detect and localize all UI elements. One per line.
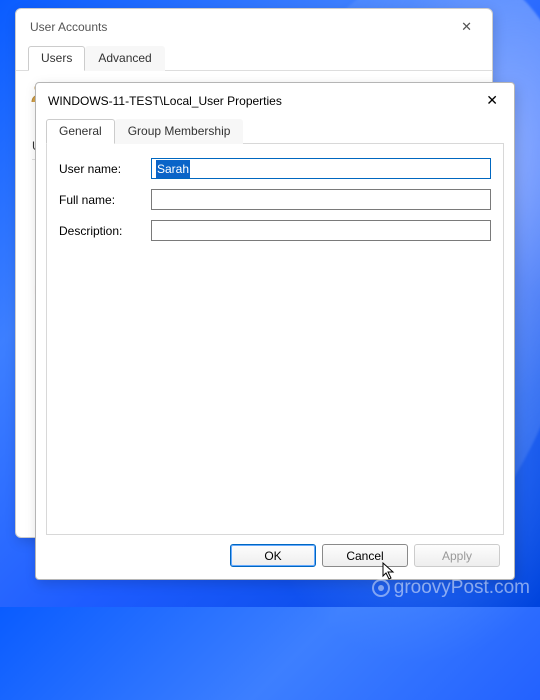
user-accounts-tabs: Users Advanced bbox=[16, 45, 492, 71]
close-icon[interactable]: ✕ bbox=[480, 90, 504, 111]
dialog-buttons: OK Cancel Apply bbox=[230, 544, 500, 567]
user-accounts-title: User Accounts bbox=[30, 20, 107, 34]
apply-button[interactable]: Apply bbox=[414, 544, 500, 567]
user-accounts-titlebar: User Accounts ✕ bbox=[16, 9, 492, 43]
general-panel: User name: Sarah Full name: Description: bbox=[46, 143, 504, 535]
ok-button[interactable]: OK bbox=[230, 544, 316, 567]
tab-general[interactable]: General bbox=[46, 119, 115, 144]
tab-advanced[interactable]: Advanced bbox=[85, 46, 164, 71]
fullname-input[interactable] bbox=[151, 189, 491, 210]
username-input[interactable]: Sarah bbox=[151, 158, 491, 179]
properties-title: WINDOWS-11-TEST\Local_User Properties bbox=[48, 94, 282, 108]
properties-titlebar: WINDOWS-11-TEST\Local_User Properties ✕ bbox=[36, 83, 514, 116]
fullname-label: Full name: bbox=[59, 193, 151, 207]
user-properties-window: WINDOWS-11-TEST\Local_User Properties ✕ … bbox=[35, 82, 515, 580]
watermark: groovyPost.com bbox=[372, 577, 530, 599]
cancel-button[interactable]: Cancel bbox=[322, 544, 408, 567]
username-label: User name: bbox=[59, 162, 151, 176]
properties-tabs: General Group Membership bbox=[36, 118, 514, 143]
description-input[interactable] bbox=[151, 220, 491, 241]
logo-icon bbox=[372, 579, 390, 597]
tab-group-membership[interactable]: Group Membership bbox=[115, 119, 244, 144]
close-icon[interactable]: ✕ bbox=[455, 17, 478, 37]
description-label: Description: bbox=[59, 224, 151, 238]
username-value: Sarah bbox=[156, 160, 190, 178]
tab-users[interactable]: Users bbox=[28, 46, 85, 71]
